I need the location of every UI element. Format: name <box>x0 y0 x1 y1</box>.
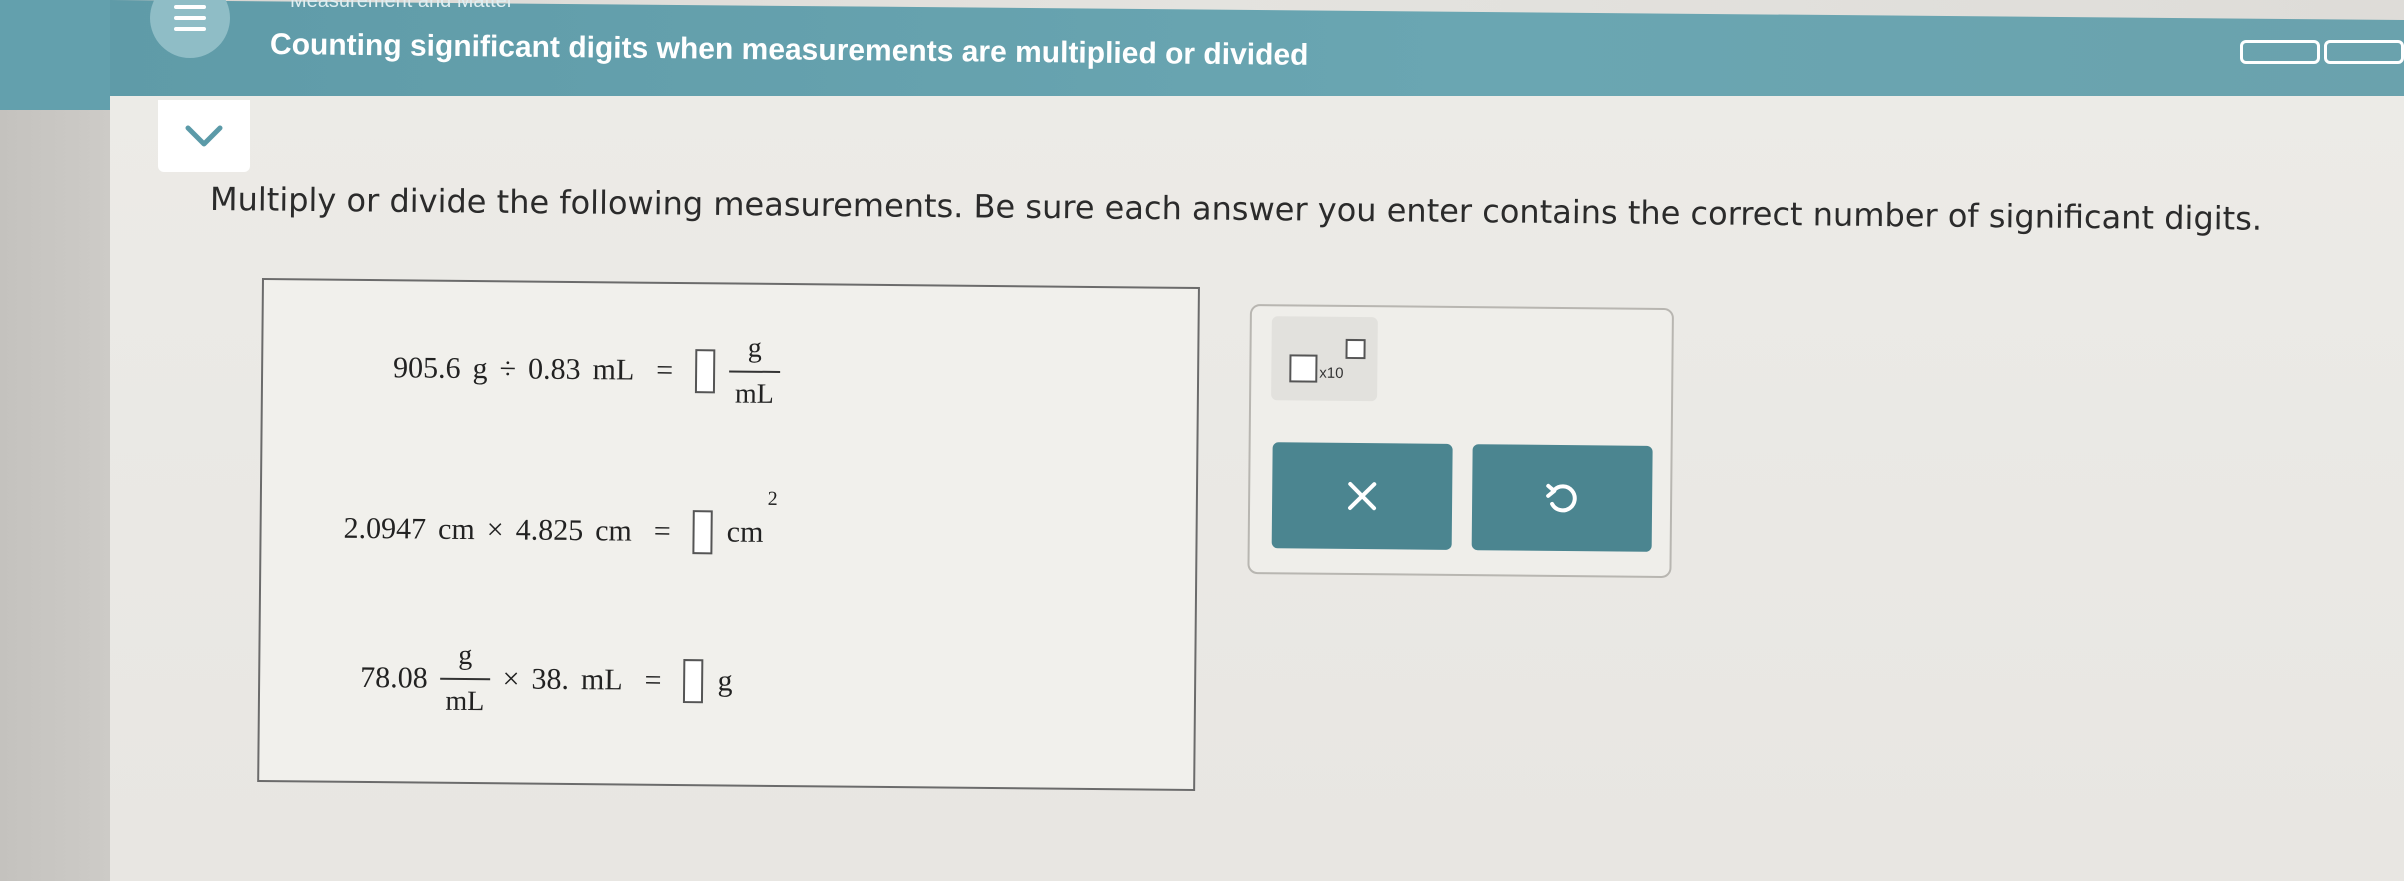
left-unit: g <box>472 352 488 386</box>
unit-denominator: mL <box>439 677 491 717</box>
right-value: 0.83 <box>527 352 581 387</box>
exponent-box-icon <box>1345 338 1366 360</box>
progress-indicator <box>2240 40 2404 64</box>
answer-unit: g <box>717 664 733 698</box>
answer-input[interactable] <box>683 659 704 704</box>
menu-icon-bar <box>174 27 206 31</box>
problem-row-3: 78.08 g mL × 38. mL = g <box>360 639 733 719</box>
left-value: 905.6 <box>392 351 461 385</box>
right-value: 4.825 <box>515 513 584 548</box>
scientific-notation-button[interactable]: x10 <box>1271 316 1378 402</box>
undo-icon <box>1546 483 1577 513</box>
equals-sign: = <box>644 663 662 697</box>
unit-base: cm <box>726 515 764 549</box>
header-left-strip <box>0 0 110 110</box>
breadcrumb: Measurement and Matter <box>290 0 514 12</box>
collapse-button[interactable] <box>158 100 250 172</box>
menu-icon <box>174 5 206 9</box>
problem-panel: 905.6 g ÷ 0.83 mL = g mL 2.0947 cm × 4.8… <box>257 278 1200 791</box>
equals-sign: = <box>656 353 674 387</box>
right-unit: mL <box>580 663 623 697</box>
operator: ÷ <box>499 352 517 386</box>
chevron-down-icon <box>185 125 223 147</box>
answer-unit-fraction: g mL <box>728 332 781 410</box>
unit-exponent: 2 <box>767 487 778 510</box>
progress-box <box>2240 40 2320 64</box>
clear-button[interactable] <box>1271 442 1453 550</box>
tool-panel: x10 <box>1247 304 1674 579</box>
unit-numerator: g <box>747 332 762 364</box>
unit-numerator: g <box>458 639 473 672</box>
screen: Measurement and Matter Counting signific… <box>0 0 2404 881</box>
equals-sign: = <box>653 514 671 548</box>
unit-denominator: mL <box>728 370 781 410</box>
coefficient-box-icon <box>1289 354 1318 383</box>
left-value: 78.08 <box>360 660 428 695</box>
left-unit: cm <box>437 512 475 547</box>
right-value: 38. <box>531 662 570 696</box>
x10-label: x10 <box>1319 364 1344 382</box>
menu-icon-bar <box>174 16 206 20</box>
progress-box <box>2324 40 2404 64</box>
left-value: 2.0947 <box>343 511 427 546</box>
operator: × <box>502 662 520 696</box>
close-icon <box>1348 481 1377 511</box>
left-unit-fraction: g mL <box>439 639 491 717</box>
operator: × <box>486 513 504 547</box>
answer-unit: cm 2 <box>726 488 778 549</box>
right-unit: cm <box>595 514 632 548</box>
right-unit: mL <box>592 353 635 387</box>
undo-button[interactable] <box>1471 444 1653 552</box>
answer-input[interactable] <box>692 510 713 555</box>
problem-row-1: 905.6 g ÷ 0.83 mL = g mL <box>392 331 781 410</box>
problem-row-2: 2.0947 cm × 4.825 cm = cm 2 <box>343 488 778 555</box>
answer-input[interactable] <box>694 349 716 394</box>
